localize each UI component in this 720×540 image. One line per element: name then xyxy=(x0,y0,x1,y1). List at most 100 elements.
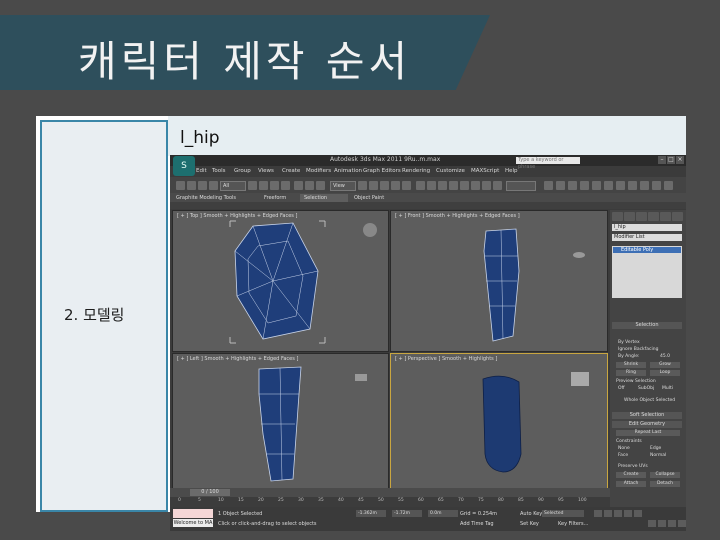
render-setup-icon[interactable] xyxy=(544,181,553,190)
angle-snap-icon[interactable] xyxy=(380,181,389,190)
auto-key-button[interactable]: Auto Key xyxy=(520,511,542,517)
detach-button[interactable]: Detach xyxy=(650,481,680,487)
y-coordinate-field[interactable]: -1.72m xyxy=(392,510,422,517)
add-time-tag-button[interactable]: Add Time Tag xyxy=(460,521,494,527)
edit-geometry-rollout[interactable]: Edit Geometry xyxy=(612,421,682,428)
window-crossing-icon[interactable] xyxy=(281,181,290,190)
next-frame-icon[interactable] xyxy=(624,510,632,517)
display-tab-icon[interactable] xyxy=(660,212,671,221)
track-bar[interactable]: 0 5 10 15 20 25 30 35 40 45 50 55 60 65 … xyxy=(170,497,610,507)
menu-tools[interactable]: Tools xyxy=(212,168,226,174)
material-editor-icon[interactable] xyxy=(493,181,502,190)
menu-graph-editors[interactable]: Graph Editors xyxy=(363,168,401,174)
menu-rendering[interactable]: Rendering xyxy=(402,168,430,174)
schematic-icon[interactable] xyxy=(482,181,491,190)
move-icon[interactable] xyxy=(294,181,303,190)
motion-tab-icon[interactable] xyxy=(648,212,659,221)
x-coordinate-field[interactable]: -1.362m xyxy=(356,510,386,517)
attach-button[interactable]: Attach xyxy=(616,481,646,487)
ignore-backfacing-checkbox[interactable]: Ignore Backfacing xyxy=(618,347,658,352)
maximize-button[interactable]: □ xyxy=(667,156,675,164)
unlink-icon[interactable] xyxy=(209,181,218,190)
select-by-name-icon[interactable] xyxy=(259,181,268,190)
menu-customize[interactable]: Customize xyxy=(436,168,465,174)
viewport-icon[interactable] xyxy=(652,181,661,190)
menu-maxscript[interactable]: MAXScript xyxy=(471,168,499,174)
viewport-perspective[interactable]: [ + ] Perspective ] Smooth + Highlights … xyxy=(390,353,608,493)
key-mode-select[interactable]: Selected xyxy=(542,510,584,517)
constraint-face-radio[interactable]: Face xyxy=(618,453,628,458)
undo-icon[interactable] xyxy=(176,181,185,190)
close-button[interactable]: × xyxy=(676,156,684,164)
welcome-field[interactable]: Welcome to MA xyxy=(173,519,213,527)
spinner-snap-icon[interactable] xyxy=(402,181,411,190)
loop-button[interactable]: Loop xyxy=(650,370,680,376)
by-angle-checkbox[interactable]: By Angle: xyxy=(618,354,640,359)
viewport-left[interactable]: [ + ] Left ] Smooth + Highlights + Edged… xyxy=(172,353,389,493)
tab-selection[interactable]: Selection xyxy=(300,194,348,202)
create-button[interactable]: Create xyxy=(616,472,646,478)
time-slider-track[interactable]: 0 / 100 xyxy=(170,488,610,497)
menu-group[interactable]: Group xyxy=(234,168,251,174)
preserve-uvs-checkbox[interactable]: Preserve UVs xyxy=(618,464,648,469)
link-icon[interactable] xyxy=(198,181,207,190)
ring-button[interactable]: Ring xyxy=(616,370,646,376)
maximize-viewport-icon[interactable] xyxy=(678,520,686,527)
minimize-button[interactable]: – xyxy=(658,156,666,164)
collapse-button[interactable]: Collapse xyxy=(650,472,680,478)
selection-filter-select[interactable]: All xyxy=(220,181,246,191)
teapot-icon[interactable] xyxy=(604,181,613,190)
layer-icon[interactable] xyxy=(449,181,458,190)
align-icon[interactable] xyxy=(438,181,447,190)
modifier-list-select[interactable]: Modifier List xyxy=(612,234,682,241)
render-icon[interactable] xyxy=(568,181,577,190)
goto-end-icon[interactable] xyxy=(634,510,642,517)
by-vertex-checkbox[interactable]: By Vertex xyxy=(618,340,640,345)
snap-icon[interactable] xyxy=(369,181,378,190)
render-frame-icon[interactable] xyxy=(556,181,565,190)
zoom-icon[interactable] xyxy=(648,520,656,527)
select-object-icon[interactable] xyxy=(248,181,257,190)
object-name-field[interactable]: l_hip xyxy=(612,224,682,231)
graphite-icon[interactable] xyxy=(460,181,469,190)
named-set-select[interactable] xyxy=(506,181,536,191)
utilities-tab-icon[interactable] xyxy=(672,212,683,221)
menu-edit[interactable]: Edit xyxy=(196,168,207,174)
preview-multi-radio[interactable]: Multi xyxy=(662,386,673,391)
mirror-icon[interactable] xyxy=(427,181,436,190)
menu-modifiers[interactable]: Modifiers xyxy=(306,168,331,174)
set-key-button[interactable]: Set Key xyxy=(520,521,539,527)
modify-tab-icon[interactable] xyxy=(624,212,635,221)
viewport-front[interactable]: [ + ] Front ] Smooth + Highlights + Edge… xyxy=(390,210,608,352)
hierarchy-tab-icon[interactable] xyxy=(636,212,647,221)
constraint-none-radio[interactable]: None xyxy=(618,446,630,451)
prev-frame-icon[interactable] xyxy=(604,510,612,517)
selection-rollout[interactable]: Selection xyxy=(612,322,682,329)
grow-button[interactable]: Grow xyxy=(650,362,680,368)
menu-views[interactable]: Views xyxy=(258,168,274,174)
preview-off-radio[interactable]: Off xyxy=(618,386,625,391)
maxscript-listener-box[interactable] xyxy=(173,509,213,518)
create-tab-icon[interactable] xyxy=(612,212,623,221)
named-selection-icon[interactable] xyxy=(416,181,425,190)
key-filters-button[interactable]: Key Filters... xyxy=(558,521,588,527)
goto-start-icon[interactable] xyxy=(594,510,602,517)
rect-region-icon[interactable] xyxy=(270,181,279,190)
tab-object-paint[interactable]: Object Paint xyxy=(350,194,388,202)
constraint-normal-radio[interactable]: Normal xyxy=(650,453,666,458)
angle-value[interactable]: 45.0 xyxy=(660,354,670,359)
stack-item-editable-poly[interactable]: Editable Poly xyxy=(613,247,681,253)
menu-animation[interactable]: Animation xyxy=(334,168,362,174)
play-icon[interactable] xyxy=(614,510,622,517)
menu-help[interactable]: Help xyxy=(505,168,518,174)
z-coordinate-field[interactable]: 0.0m xyxy=(428,510,458,517)
search-input[interactable]: Type a keyword or phrase xyxy=(516,157,580,170)
reference-coord-select[interactable]: View xyxy=(330,181,356,191)
redo-icon[interactable] xyxy=(187,181,196,190)
menu-create[interactable]: Create xyxy=(282,168,300,174)
repeat-last-button[interactable]: Repeat Last xyxy=(616,430,680,436)
effects-icon[interactable] xyxy=(592,181,601,190)
rotate-icon[interactable] xyxy=(305,181,314,190)
render-message-icon[interactable] xyxy=(640,181,649,190)
pivot-icon[interactable] xyxy=(358,181,367,190)
